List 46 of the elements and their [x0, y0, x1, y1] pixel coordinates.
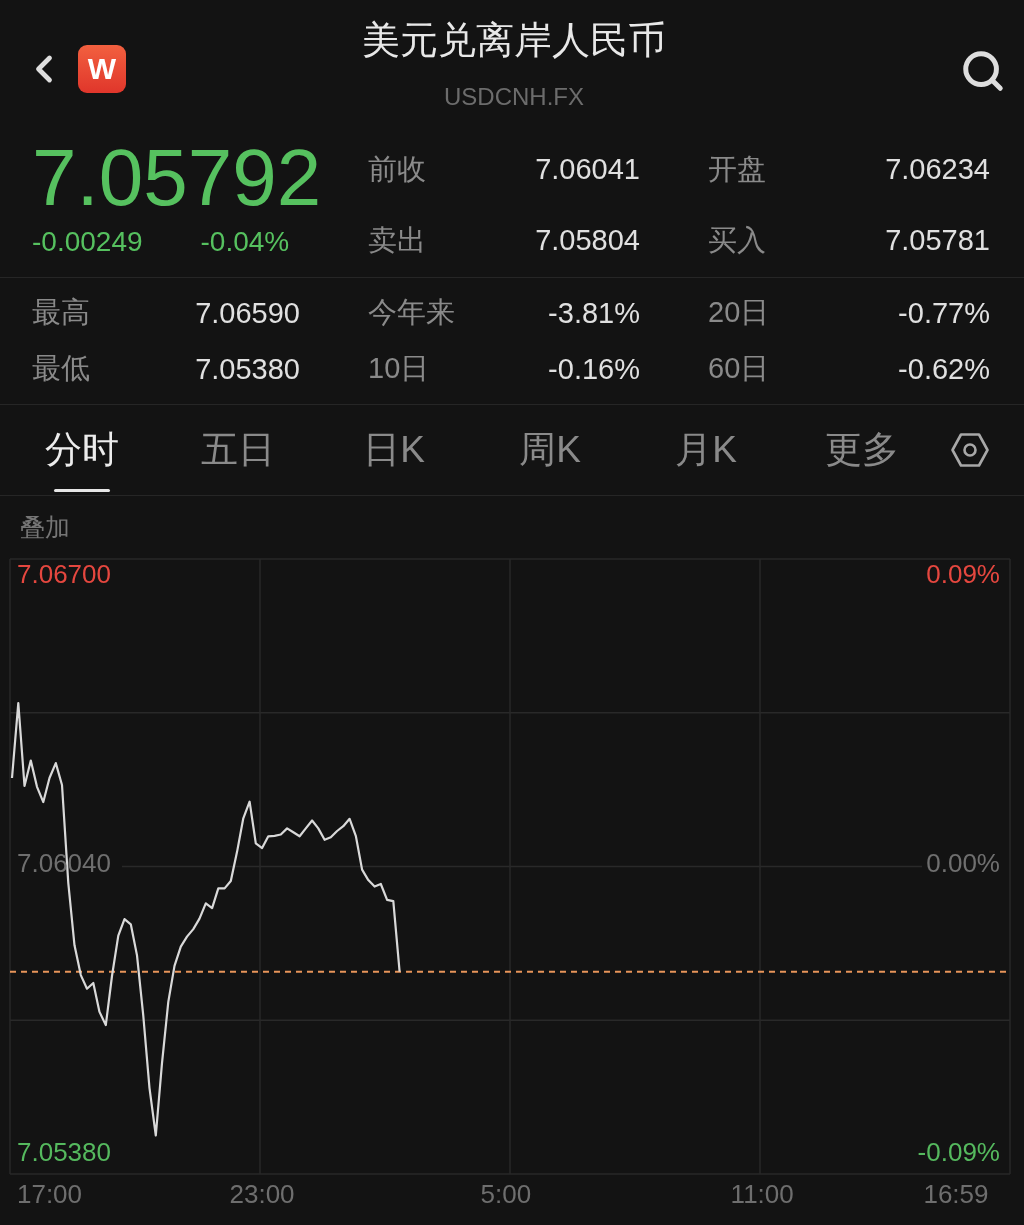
quote-value: 7.05781 [885, 224, 990, 257]
period-tab[interactable]: 更多 [784, 405, 940, 495]
time-axis-label: 17:00 [16, 1179, 83, 1209]
quote-value: 7.06041 [535, 153, 640, 186]
period-tab[interactable]: 日K [316, 405, 472, 495]
stat-label: 20日 [708, 295, 770, 330]
quote-value: 7.06234 [885, 153, 990, 186]
stat-value: -3.81% [548, 296, 640, 330]
price-axis-label: 7.06700 [17, 558, 111, 589]
symbol-code: USDCNH.FX [444, 82, 584, 112]
quote-label: 卖出 [368, 222, 426, 258]
quote-label: 买入 [708, 222, 766, 258]
quote-value: 7.05804 [535, 224, 640, 257]
time-axis-label: 23:00 [229, 1179, 295, 1209]
stat-label: 10日 [368, 351, 430, 386]
quote-label: 前收 [368, 151, 426, 187]
search-icon [960, 48, 1006, 94]
stat-value: -0.62% [898, 352, 990, 386]
period-tab[interactable]: 月K [628, 405, 784, 495]
period-tab[interactable]: 五日 [160, 405, 316, 495]
quote-label: 开盘 [708, 151, 766, 187]
percent-axis-label: 0.09% [926, 558, 1000, 589]
time-axis-label: 11:00 [730, 1179, 794, 1209]
overlay-button[interactable]: 叠加 [20, 510, 70, 544]
stat-value: 7.06590 [195, 296, 300, 330]
percent-axis-label: 0.00% [926, 848, 1000, 878]
period-tab[interactable]: 周K [472, 405, 628, 495]
percent-change: -0.04% [200, 226, 290, 258]
stat-label: 今年来 [368, 295, 455, 330]
time-axis-label: 5:00 [480, 1179, 532, 1209]
stat-value: -0.77% [898, 296, 990, 330]
app-logo: W [78, 45, 126, 93]
settings-icon [951, 433, 989, 467]
stat-label: 最低 [32, 351, 90, 386]
time-axis-label: 16:59 [923, 1179, 989, 1209]
search-button[interactable] [960, 48, 1006, 94]
page-title: 美元兑离岸人民币 [362, 18, 666, 63]
price-change: -0.00249 [32, 226, 143, 258]
price-axis-label: 7.05380 [17, 1137, 111, 1168]
stat-label: 最高 [32, 295, 90, 330]
stat-label: 60日 [708, 351, 770, 386]
percent-axis-label: -0.09% [917, 1137, 1000, 1168]
stat-value: 7.05380 [195, 352, 300, 386]
period-tab[interactable]: 分时 [4, 405, 160, 495]
stat-value: -0.16% [548, 352, 640, 386]
last-price: 7.05792 [32, 136, 323, 220]
